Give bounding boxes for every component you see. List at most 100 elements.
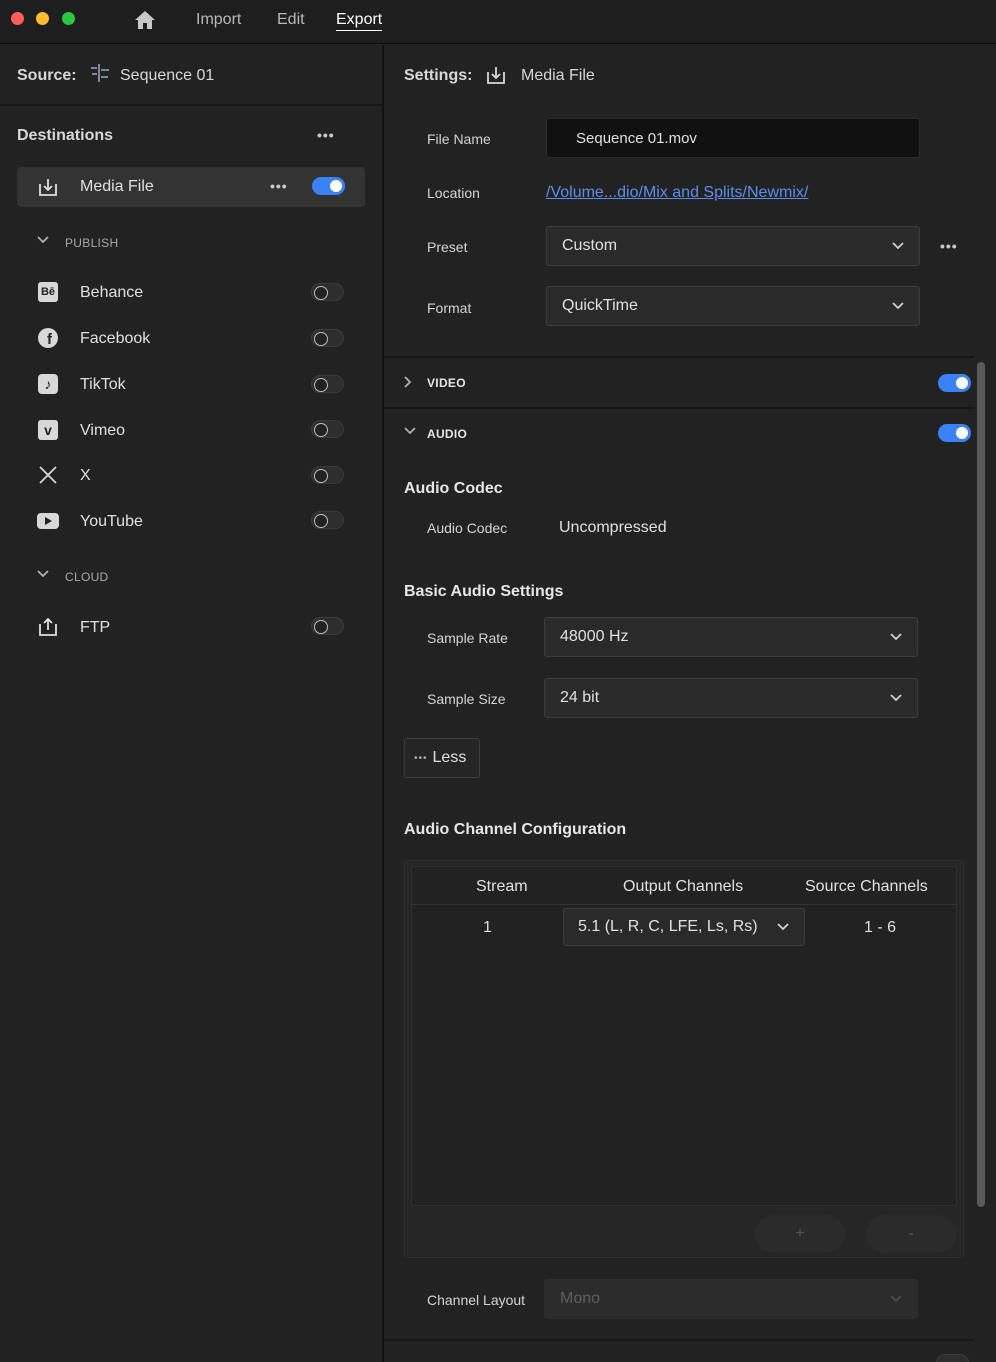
zoom-window-button[interactable] [62, 12, 75, 25]
source-label: Source: [17, 67, 77, 84]
location-label: Location [427, 185, 480, 201]
channel-layout-dropdown[interactable]: Mono [544, 1279, 918, 1319]
header-output-channels: Output Channels [623, 878, 744, 895]
media-file-label: Media File [80, 178, 154, 195]
chevron-down-icon [890, 1295, 902, 1303]
audio-collapse-icon[interactable] [403, 424, 417, 443]
file-name-label: File Name [427, 131, 491, 147]
sample-rate-dropdown[interactable]: 48000 Hz [544, 617, 918, 657]
panel-divider [382, 45, 384, 1362]
video-toggle[interactable] [938, 374, 971, 392]
preset-more-icon[interactable]: ••• [940, 238, 958, 254]
audio-divider [384, 1339, 974, 1341]
chevron-down-icon [777, 923, 789, 931]
destinations-title: Destinations [17, 127, 114, 144]
output-channels-dropdown[interactable]: 5.1 (L, R, C, LFE, Ls, Rs) [563, 908, 805, 946]
settings-scrollbar[interactable] [977, 362, 985, 1207]
sequence-icon [89, 62, 111, 89]
sample-size-dropdown[interactable]: 24 bit [544, 678, 918, 718]
audio-codec-label: Audio Codec [427, 520, 508, 536]
audio-channel-heading: Audio Channel Configuration [404, 821, 627, 838]
sample-size-value: 24 bit [560, 689, 600, 706]
behance-icon: Bē [37, 281, 59, 303]
publish-section-label: PUBLISH [65, 236, 119, 250]
table-header-divider [411, 904, 957, 905]
audio-toggle[interactable] [938, 424, 971, 442]
channel-layout-value: Mono [560, 1290, 601, 1307]
settings-value: Media File [521, 67, 595, 84]
cloud-section-label: CLOUD [65, 570, 109, 584]
settings-label: Settings: [404, 67, 473, 84]
preset-label: Preset [427, 239, 468, 255]
header-source-channels: Source Channels [805, 878, 928, 895]
audio-section-label[interactable]: AUDIO [427, 427, 467, 441]
captions-toggle[interactable] [936, 1354, 969, 1362]
chevron-down-icon [892, 242, 904, 250]
video-section-label[interactable]: VIDEO [427, 376, 466, 390]
less-button-label: Less [432, 749, 467, 766]
cloud-collapse-icon[interactable] [36, 567, 50, 586]
facebook-toggle[interactable] [311, 329, 344, 347]
preset-dropdown[interactable]: Custom [546, 226, 920, 266]
header-stream: Stream [476, 878, 528, 895]
destinations-more-icon[interactable]: ••• [317, 127, 335, 143]
home-icon[interactable] [133, 9, 157, 36]
chevron-down-icon [890, 694, 902, 702]
basic-audio-heading: Basic Audio Settings [404, 583, 564, 600]
location-link[interactable]: /Volume...dio/Mix and Splits/Newmix/ [546, 184, 808, 202]
audio-codec-heading: Audio Codec [404, 480, 503, 497]
destination-youtube[interactable]: YouTube [80, 513, 143, 531]
x-logo-icon [37, 464, 59, 486]
export-file-icon [485, 64, 507, 91]
remove-channel-button[interactable]: - [866, 1215, 956, 1253]
ftp-toggle[interactable] [311, 617, 344, 635]
format-dropdown[interactable]: QuickTime [546, 286, 920, 326]
format-value: QuickTime [562, 297, 638, 314]
media-file-toggle[interactable] [312, 177, 345, 195]
close-window-button[interactable] [11, 12, 24, 25]
upload-icon [37, 616, 59, 638]
media-file-more-icon[interactable]: ••• [270, 178, 288, 194]
title-bar: Import Edit Export [0, 0, 996, 44]
file-name-input[interactable]: Sequence 01.mov [546, 118, 920, 158]
preset-value: Custom [562, 237, 618, 254]
minimize-window-button[interactable] [36, 12, 49, 25]
channel-layout-label: Channel Layout [427, 1292, 526, 1308]
row-stream: 1 [483, 919, 492, 936]
destination-behance[interactable]: Behance [80, 284, 143, 302]
youtube-toggle[interactable] [311, 511, 344, 529]
youtube-icon [37, 510, 59, 532]
format-label: Format [427, 300, 472, 316]
tiktok-toggle[interactable] [311, 375, 344, 393]
destination-vimeo[interactable]: Vimeo [80, 422, 125, 440]
destination-facebook[interactable]: Facebook [80, 330, 150, 348]
destination-x[interactable]: X [80, 467, 91, 485]
facebook-icon: f [37, 327, 59, 349]
sample-rate-label: Sample Rate [427, 630, 508, 646]
x-toggle[interactable] [311, 466, 344, 484]
output-channels-value: 5.1 (L, R, C, LFE, Ls, Rs) [578, 918, 758, 935]
source-sequence-name[interactable]: Sequence 01 [120, 67, 214, 85]
more-dots-icon: ••• [414, 752, 428, 764]
vimeo-toggle[interactable] [311, 420, 344, 438]
tiktok-icon: ♪ [37, 373, 59, 395]
add-channel-button[interactable]: + [755, 1215, 845, 1253]
audio-codec-value: Uncompressed [559, 519, 667, 536]
nav-import[interactable]: Import [196, 11, 241, 29]
vimeo-icon: v [37, 419, 59, 441]
publish-collapse-icon[interactable] [36, 233, 50, 252]
chevron-down-icon [892, 302, 904, 310]
video-expand-icon[interactable] [401, 375, 415, 394]
behance-toggle[interactable] [311, 283, 344, 301]
source-divider [0, 104, 382, 106]
destination-tiktok[interactable]: TikTok [80, 376, 126, 394]
nav-edit[interactable]: Edit [277, 11, 305, 29]
chevron-down-icon [890, 633, 902, 641]
sample-size-label: Sample Size [427, 691, 506, 707]
less-button[interactable]: ••• Less [404, 738, 480, 778]
nav-export[interactable]: Export [336, 11, 383, 31]
sample-rate-value: 48000 Hz [560, 628, 629, 645]
destination-ftp[interactable]: FTP [80, 619, 110, 637]
settings-divider [384, 356, 974, 358]
row-source-channels: 1 - 6 [864, 919, 897, 936]
